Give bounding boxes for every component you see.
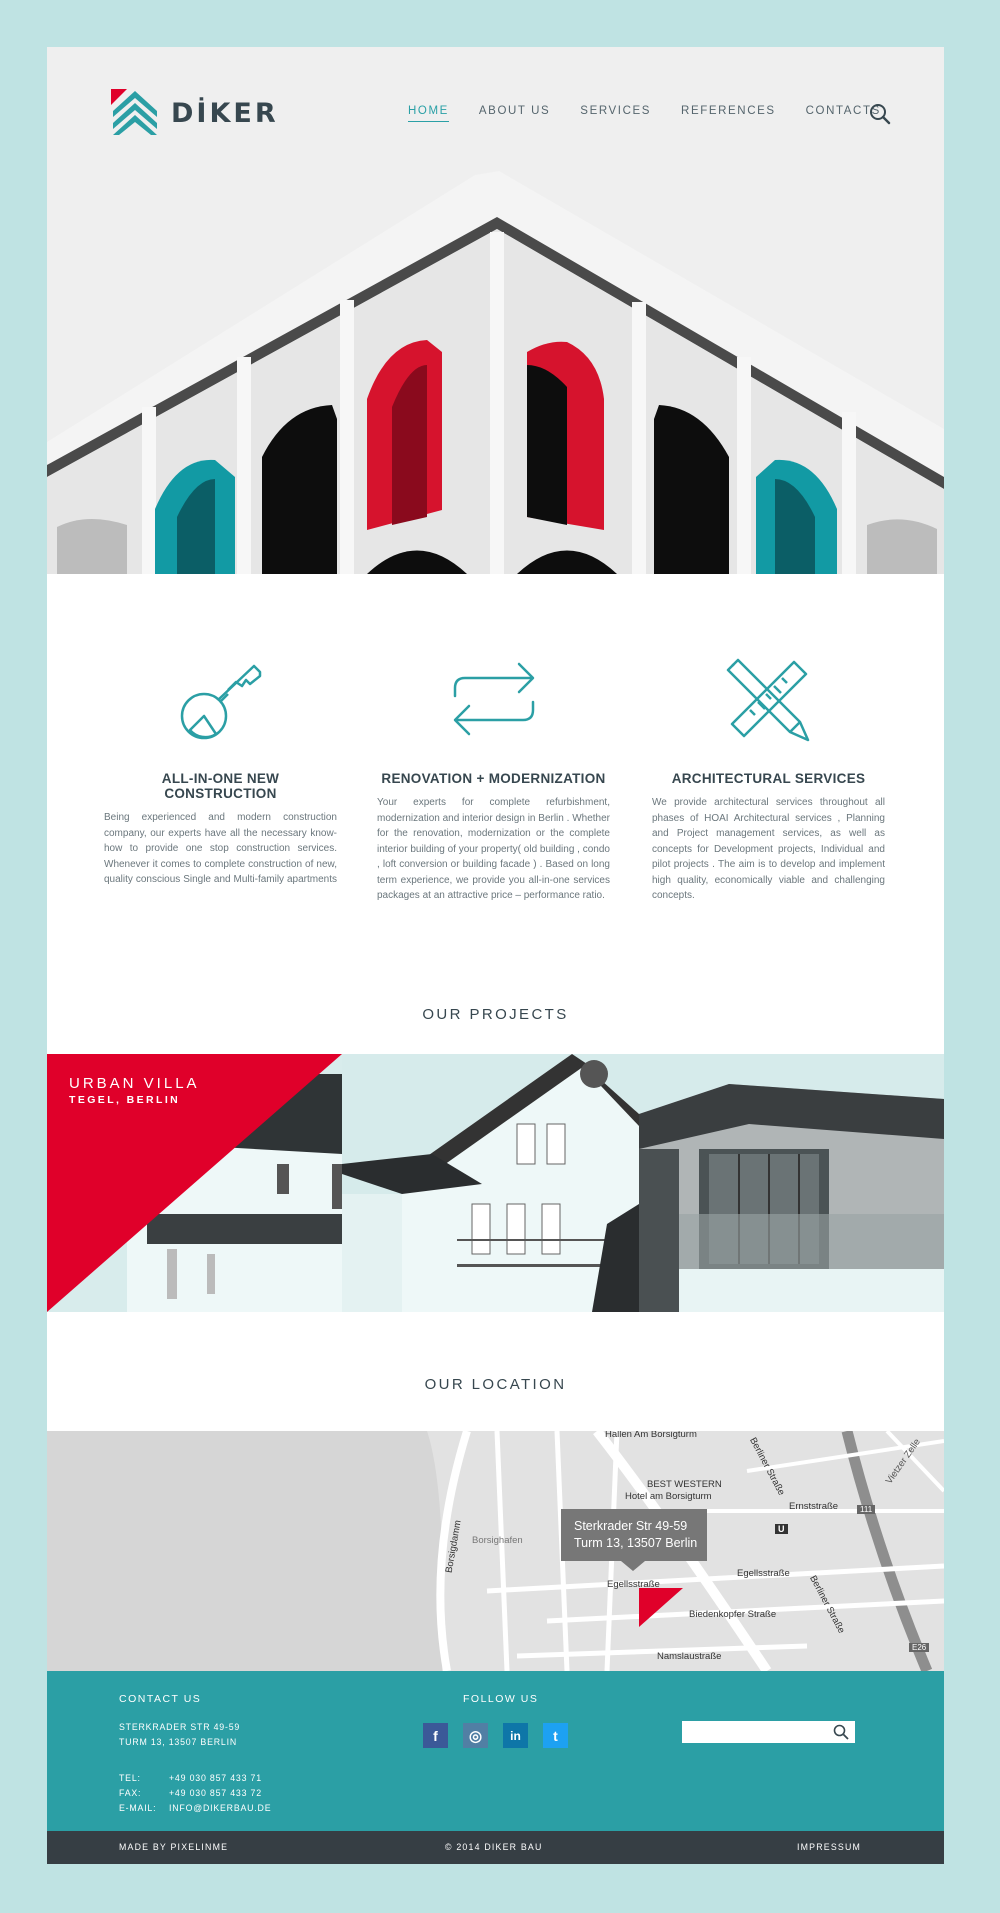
copyright: © 2014 DIKER BAU bbox=[445, 1842, 543, 1852]
road-badge: E26 bbox=[909, 1643, 930, 1652]
project-card-3[interactable] bbox=[639, 1054, 944, 1312]
map-tooltip-line2: Turm 13, 13507 Berlin bbox=[574, 1536, 698, 1550]
social-links: f ◎ in t bbox=[423, 1723, 568, 1748]
project-card-urban-villa[interactable]: URBAN VILLA TEGEL, BERLIN bbox=[47, 1054, 342, 1312]
map-label: Hotel am Borsigturm bbox=[625, 1491, 712, 1502]
project-location: TEGEL, BERLIN bbox=[69, 1094, 181, 1106]
email-link[interactable]: INFO@DIKERBAU.DE bbox=[169, 1801, 271, 1816]
facebook-icon[interactable]: f bbox=[423, 1723, 448, 1748]
tel-label: TEL: bbox=[119, 1773, 141, 1783]
bottom-bar: MADE BY PIXELINME © 2014 DIKER BAU IMPRE… bbox=[47, 1831, 944, 1864]
map-label: Borsighafen bbox=[472, 1535, 523, 1546]
brand-name: DİKER bbox=[171, 97, 279, 129]
brand-logo[interactable]: DİKER bbox=[111, 89, 279, 137]
map-tooltip-line1: Sterkrader Str 49-59 bbox=[574, 1519, 688, 1533]
footer: CONTACT US STERKRADER STR 49-59 TURM 13,… bbox=[47, 1671, 944, 1831]
nav-services[interactable]: SERVICES bbox=[580, 105, 651, 122]
map-label: Egellsstraße bbox=[737, 1568, 790, 1579]
service-title: ARCHITECTURAL SERVICES bbox=[671, 771, 866, 786]
project-name: URBAN VILLA bbox=[69, 1075, 200, 1092]
project-photo bbox=[342, 1054, 639, 1312]
tel-value[interactable]: +49 030 857 433 71 bbox=[169, 1771, 262, 1786]
project-label: URBAN VILLA TEGEL, BERLIN bbox=[69, 1075, 200, 1106]
nav-references[interactable]: REFERENCES bbox=[681, 105, 776, 122]
service-description: We provide architectural services throug… bbox=[652, 797, 885, 901]
project-card-2[interactable] bbox=[342, 1054, 639, 1312]
location-title: OUR LOCATION bbox=[424, 1376, 567, 1393]
search-icon[interactable] bbox=[869, 103, 891, 125]
map-streets bbox=[47, 1431, 944, 1671]
page: DİKER HOME ABOUT US SERVICES REFERENCES … bbox=[47, 47, 944, 1864]
fax-label: FAX: bbox=[119, 1788, 142, 1798]
road-badge: 111 bbox=[857, 1505, 876, 1514]
address-line2: TURM 13, 13507 BERLIN bbox=[119, 1737, 238, 1747]
search-icon[interactable] bbox=[833, 1724, 849, 1740]
service-description: Your experts for complete refurbishment,… bbox=[377, 797, 610, 901]
map-label: Biedenkopfer Straße bbox=[689, 1609, 777, 1620]
footer-address: STERKRADER STR 49-59 TURM 13, 13507 BERL… bbox=[119, 1720, 240, 1750]
address-line1: STERKRADER STR 49-59 bbox=[119, 1722, 241, 1732]
location-map[interactable]: Sterkrader Str 49-59 Turm 13, 13507 Berl… bbox=[47, 1431, 944, 1671]
instagram-icon[interactable]: ◎ bbox=[463, 1723, 488, 1748]
service-new-construction: ALL-IN-ONE NEW CONSTRUCTION Being experi… bbox=[104, 574, 337, 890]
email-label: E-MAIL: bbox=[119, 1803, 157, 1813]
key-icon bbox=[180, 664, 261, 740]
map-label: BEST WESTERN bbox=[647, 1479, 722, 1490]
service-architectural: ARCHITECTURAL SERVICES We provide archit… bbox=[652, 574, 885, 904]
follow-title: FOLLOW US bbox=[463, 1693, 539, 1705]
projects-gallery: URBAN VILLA TEGEL, BERLIN bbox=[47, 1054, 944, 1312]
ruler-pencil-icon bbox=[726, 658, 809, 742]
nav-about-us[interactable]: ABOUT US bbox=[479, 105, 550, 122]
map-label: Namslaustraße bbox=[657, 1651, 722, 1662]
footer-contacts: TEL: +49 030 857 433 71 FAX: +49 030 857 4… bbox=[119, 1771, 271, 1816]
service-renovation: RENOVATION + MODERNIZATION Your experts … bbox=[377, 574, 610, 904]
map-label: Egellsstraße bbox=[607, 1579, 660, 1590]
map-address-tooltip: Sterkrader Str 49-59 Turm 13, 13507 Berl… bbox=[561, 1509, 707, 1571]
service-title: RENOVATION + MODERNIZATION bbox=[381, 771, 606, 786]
hero: DİKER HOME ABOUT US SERVICES REFERENCES … bbox=[47, 47, 944, 574]
map-label: Ernststraße bbox=[789, 1501, 839, 1512]
services-section: ALL-IN-ONE NEW CONSTRUCTION Being experi… bbox=[47, 574, 944, 984]
impressum-link[interactable]: IMPRESSUM bbox=[797, 1842, 861, 1852]
fax-value: +49 030 857 433 72 bbox=[169, 1788, 262, 1798]
project-photo bbox=[639, 1054, 944, 1312]
swap-arrows-icon bbox=[453, 662, 534, 736]
nav-home[interactable]: HOME bbox=[408, 105, 449, 122]
service-description: Being experienced and modern constructio… bbox=[104, 812, 337, 890]
main-nav: HOME ABOUT US SERVICES REFERENCES CONTAC… bbox=[408, 105, 911, 122]
made-by[interactable]: MADE BY PIXELINME bbox=[119, 1842, 228, 1852]
service-title: ALL-IN-ONE NEW CONSTRUCTION bbox=[161, 771, 280, 801]
twitter-icon[interactable]: t bbox=[543, 1723, 568, 1748]
chevron-logo-icon bbox=[111, 89, 157, 135]
contact-title: CONTACT US bbox=[119, 1693, 202, 1705]
map-label: Hallen Am Borsigturm bbox=[605, 1431, 697, 1440]
projects-title: OUR PROJECTS bbox=[422, 1006, 569, 1023]
ubahn-icon: U bbox=[775, 1524, 788, 1534]
footer-search[interactable] bbox=[682, 1721, 855, 1743]
linkedin-icon[interactable]: in bbox=[503, 1723, 528, 1748]
